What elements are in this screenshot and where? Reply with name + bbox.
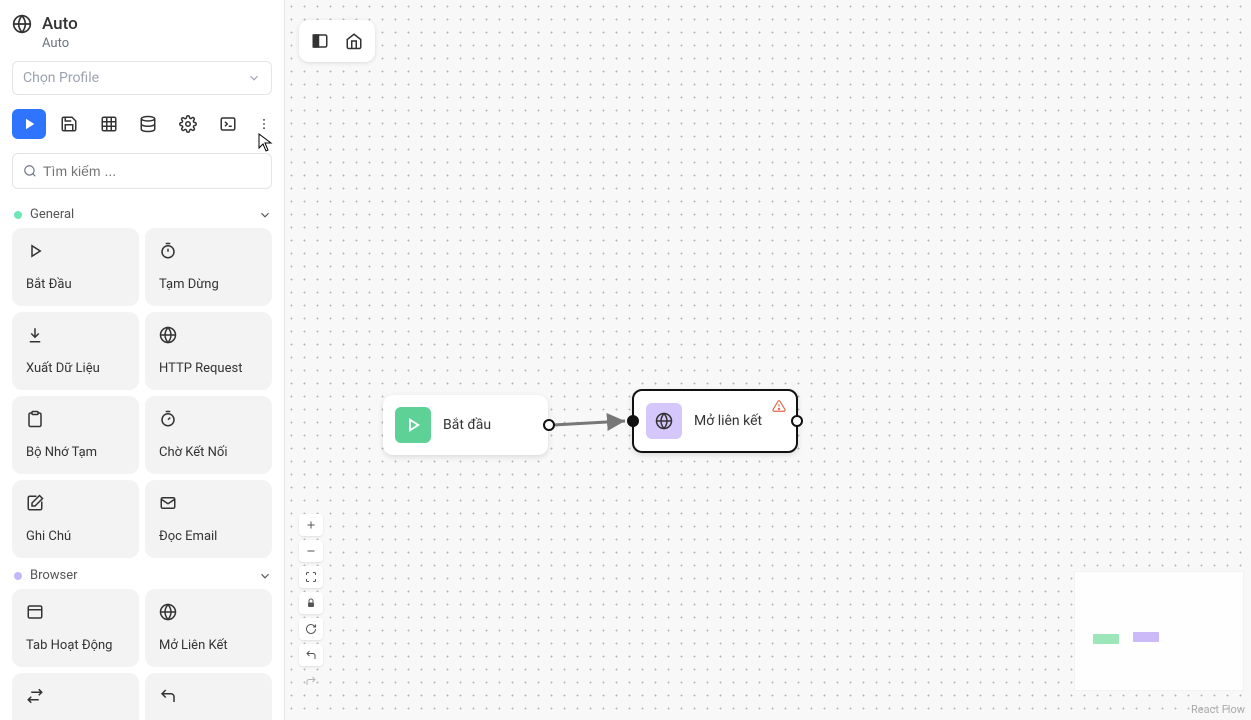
warning-icon: [772, 399, 786, 417]
clipboard-icon: [26, 410, 127, 432]
undo-button[interactable]: [299, 644, 323, 666]
database-button[interactable]: [132, 109, 166, 139]
block-switch-tab[interactable]: Chuyển Tab: [12, 673, 139, 720]
minimap-node: [1133, 632, 1159, 642]
run-button[interactable]: [12, 109, 46, 139]
output-port[interactable]: [791, 415, 803, 427]
block-email[interactable]: Đọc Email: [145, 480, 272, 558]
dot-icon: [14, 572, 22, 580]
output-port[interactable]: [543, 419, 555, 431]
block-wait[interactable]: Chờ Kết Nối: [145, 396, 272, 474]
canvas-topbar: [299, 20, 375, 62]
globe-icon: [12, 14, 32, 38]
block-pause[interactable]: Tạm Dừng: [145, 228, 272, 306]
section-label: General: [30, 207, 250, 222]
chevron-down-icon: [258, 208, 272, 222]
dot-icon: [14, 211, 22, 219]
download-icon: [26, 326, 127, 348]
canvas-controls: [299, 514, 323, 692]
workflow-canvas[interactable]: Bắt đầu Mở liên kết: [285, 0, 1251, 720]
settings-button[interactable]: [171, 109, 205, 139]
search-icon: [23, 164, 37, 178]
blocks-panel[interactable]: General Bắt Đầu Tạm Dừng Xuất Dữ Liệu: [8, 197, 276, 720]
save-button[interactable]: [52, 109, 86, 139]
profile-select[interactable]: Chọn Profile: [12, 61, 272, 95]
globe-icon: [646, 403, 682, 439]
toggle-sidebar-button[interactable]: [305, 26, 335, 56]
minimap-node: [1093, 634, 1119, 644]
redo-button[interactable]: [299, 670, 323, 692]
input-port[interactable]: [627, 415, 639, 427]
stopwatch-icon: [159, 410, 260, 432]
sidebar: Auto Auto Chọn Profile: [0, 0, 285, 720]
fit-view-button[interactable]: [299, 566, 323, 588]
section-browser-head[interactable]: Browser: [14, 568, 272, 583]
node-open-link[interactable]: Mở liên kết: [632, 389, 798, 453]
minimap[interactable]: [1075, 572, 1243, 690]
home-button[interactable]: [339, 26, 369, 56]
block-note[interactable]: Ghi Chú: [12, 480, 139, 558]
section-label: Browser: [30, 568, 250, 583]
undo-icon: [159, 687, 260, 709]
search-input-wrap[interactable]: [12, 153, 272, 189]
more-button[interactable]: [255, 109, 272, 139]
note-icon: [26, 494, 127, 516]
block-export[interactable]: Xuất Dữ Liệu: [12, 312, 139, 390]
block-start[interactable]: Bắt Đầu: [12, 228, 139, 306]
section-general-head[interactable]: General: [14, 207, 272, 222]
mail-icon: [159, 494, 260, 516]
zoom-in-button[interactable]: [299, 514, 323, 536]
swap-icon: [26, 687, 127, 709]
node-title: Bắt đầu: [443, 417, 491, 433]
block-open-link[interactable]: Mở Liên Kết: [145, 589, 272, 667]
globe-icon: [159, 603, 260, 625]
timer-icon: [159, 242, 260, 264]
node-title: Mở liên kết: [694, 413, 762, 429]
play-outline-icon: [26, 242, 127, 264]
grid-button[interactable]: [92, 109, 126, 139]
lock-button[interactable]: [299, 592, 323, 614]
terminal-button[interactable]: [211, 109, 245, 139]
profile-placeholder: Chọn Profile: [23, 70, 99, 86]
play-icon: [395, 407, 431, 443]
search-input[interactable]: [43, 163, 261, 179]
chevron-down-icon: [258, 569, 272, 583]
app-subtitle: Auto: [42, 36, 78, 51]
refresh-button[interactable]: [299, 618, 323, 640]
app-header: Auto Auto: [8, 14, 276, 51]
node-start[interactable]: Bắt đầu: [383, 395, 548, 455]
app-title: Auto: [42, 14, 78, 34]
attribution: React Flow: [1191, 703, 1245, 716]
globe-icon: [159, 326, 260, 348]
block-active-tab[interactable]: Tab Hoạt Động: [12, 589, 139, 667]
window-icon: [26, 603, 127, 625]
block-go-back[interactable]: Quay Lại: [145, 673, 272, 720]
zoom-out-button[interactable]: [299, 540, 323, 562]
block-http[interactable]: HTTP Request: [145, 312, 272, 390]
toolbar: [12, 109, 272, 139]
chevron-down-icon: [247, 71, 261, 85]
block-clipboard[interactable]: Bộ Nhớ Tạm: [12, 396, 139, 474]
